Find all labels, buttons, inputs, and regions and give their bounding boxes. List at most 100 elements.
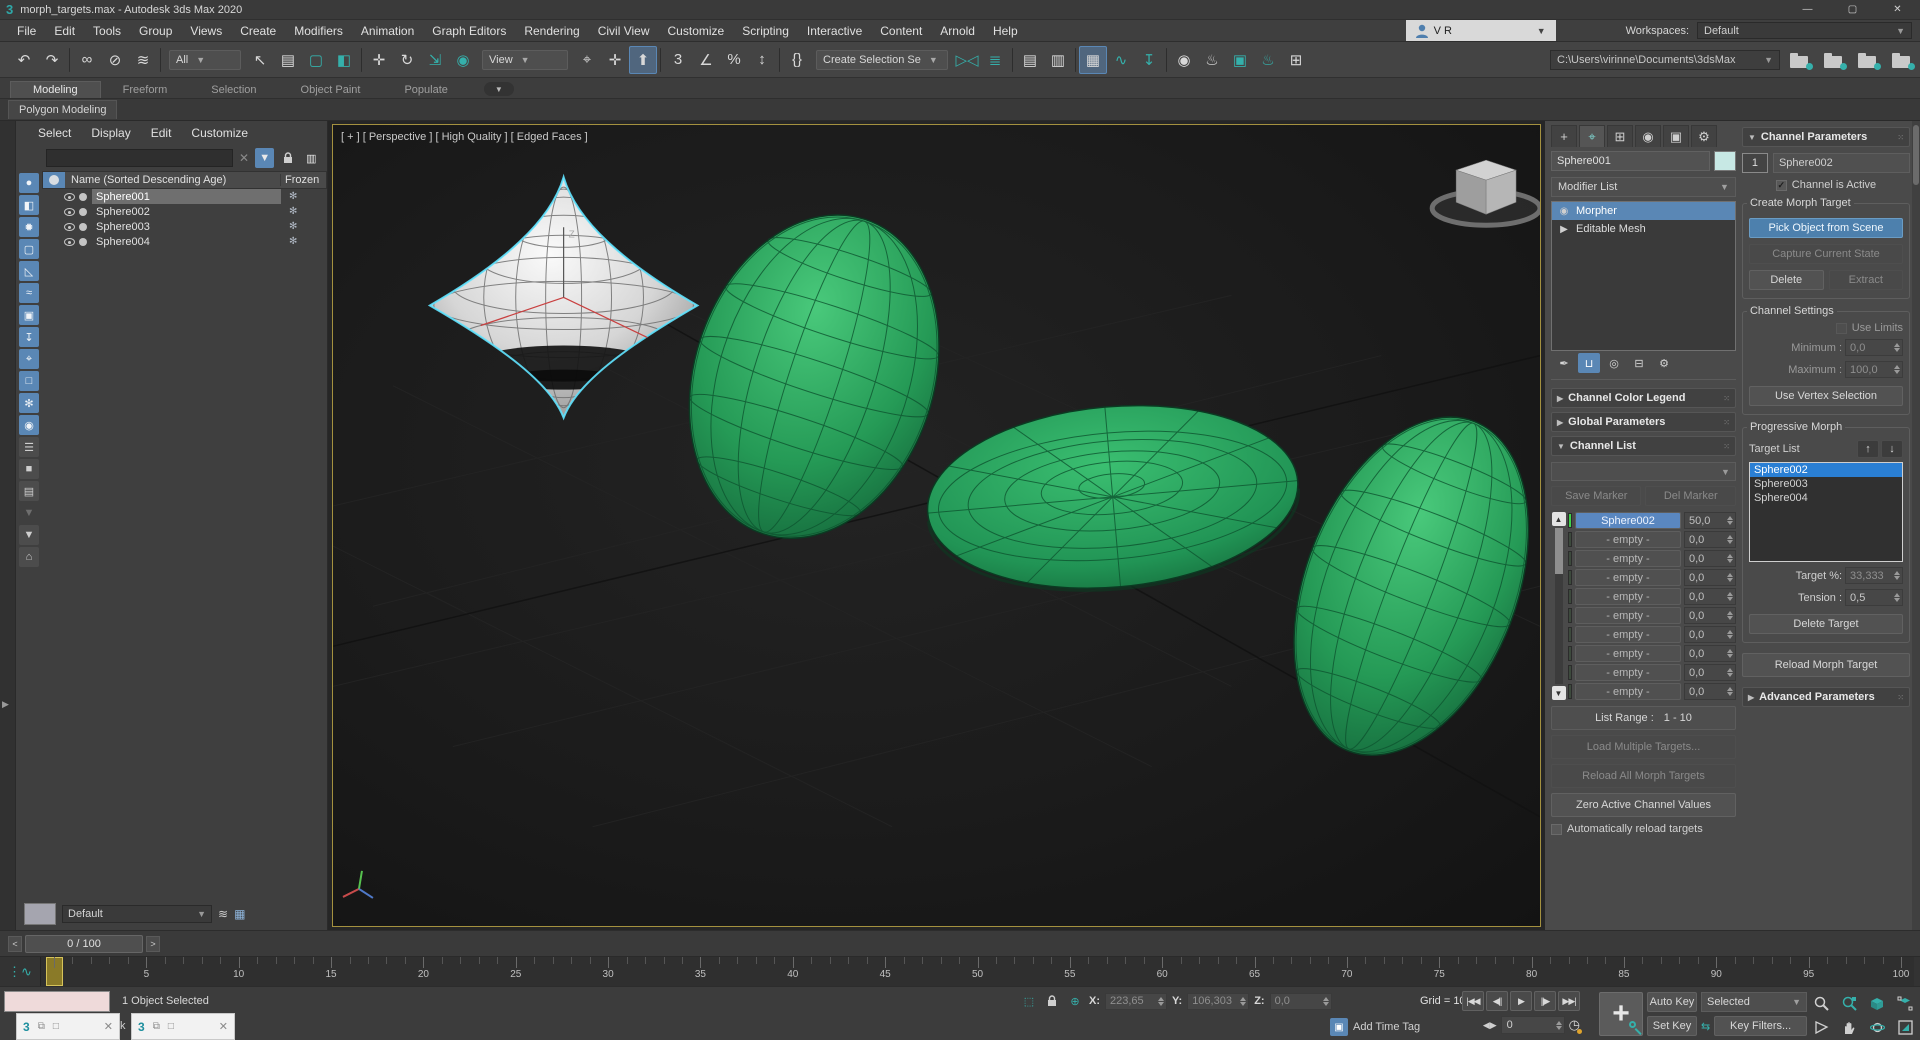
- name-column-header[interactable]: Name (Sorted Descending Age): [65, 174, 280, 186]
- visibility-eye-icon[interactable]: [64, 208, 75, 216]
- rollout-global-parameters[interactable]: ▶Global Parameters⁙: [1551, 412, 1736, 432]
- absolute-mode-icon[interactable]: ⊕: [1066, 992, 1084, 1010]
- channel-value-spinner[interactable]: 0,0: [1684, 664, 1736, 681]
- object-name[interactable]: Sphere001: [92, 189, 281, 204]
- create-tab[interactable]: +: [1551, 125, 1577, 147]
- frozen-toggle-icon[interactable]: ✻: [281, 191, 327, 202]
- menu-item[interactable]: Content: [871, 20, 931, 41]
- polygon-modeling-panel[interactable]: Polygon Modeling: [8, 100, 117, 119]
- select-by-name-button[interactable]: ▤: [274, 46, 302, 74]
- zoom-all-icon[interactable]: [1836, 992, 1862, 1014]
- object-color-swatch[interactable]: [1714, 151, 1736, 171]
- restore-icon[interactable]: ⧉: [153, 1021, 160, 1032]
- select-and-move-button[interactable]: ✛: [365, 46, 393, 74]
- align-button[interactable]: ≣: [981, 46, 1009, 74]
- add-time-tag[interactable]: ▣ Add Time Tag: [1330, 1018, 1420, 1036]
- maximize-viewport-toggle-icon[interactable]: [1892, 1016, 1918, 1038]
- table-row[interactable]: Sphere003 ✻: [42, 219, 327, 234]
- snaps-toggle-button[interactable]: 3: [664, 46, 692, 74]
- filter-geometry-icon[interactable]: ◧: [19, 195, 39, 215]
- channel-name-button[interactable]: - empty -: [1575, 626, 1681, 643]
- sphere004-object[interactable]: [1249, 383, 1540, 789]
- motion-tab[interactable]: ◉: [1635, 125, 1661, 147]
- ribbon-tab[interactable]: Populate: [382, 82, 469, 98]
- toggle-scene-explorer-button[interactable]: ▤: [1016, 46, 1044, 74]
- explorer-menu-item[interactable]: Display: [91, 126, 130, 140]
- table-row[interactable]: Sphere002 ✻: [42, 204, 327, 219]
- ribbon-tab[interactable]: Freeform: [101, 82, 190, 98]
- orbit-icon[interactable]: [1864, 1016, 1890, 1038]
- menu-item[interactable]: Modifiers: [285, 20, 352, 41]
- filter-funnel-icon[interactable]: ▼: [19, 525, 39, 545]
- configure-modifier-sets-button[interactable]: ⚙: [1653, 353, 1675, 373]
- close-button[interactable]: ✕: [1875, 0, 1920, 19]
- modify-tab[interactable]: ⌖: [1579, 125, 1605, 147]
- target-percent-spinner[interactable]: 33,333: [1845, 567, 1903, 584]
- target-list-item[interactable]: Sphere002: [1750, 463, 1902, 477]
- del-marker-button[interactable]: Del Marker: [1645, 486, 1735, 506]
- render-production-button[interactable]: ♨: [1254, 46, 1282, 74]
- channel-name-button[interactable]: Sphere002: [1575, 512, 1681, 529]
- object-name-field[interactable]: Sphere001: [1551, 151, 1710, 171]
- mirror-button[interactable]: ▷◁: [953, 46, 981, 74]
- view-list-icon[interactable]: ☰: [19, 437, 39, 457]
- toggle-ribbon-button[interactable]: ▦: [1079, 46, 1107, 74]
- frozen-column-header[interactable]: Frozen: [280, 174, 326, 186]
- channel-list-scrollbar[interactable]: ▲ ▼: [1551, 512, 1566, 700]
- maximum-spinner[interactable]: 100,0: [1845, 361, 1903, 378]
- scroll-down-icon[interactable]: ▼: [1552, 686, 1566, 700]
- target-list-item[interactable]: Sphere003: [1750, 477, 1902, 491]
- next-frame-button[interactable]: >: [146, 936, 160, 952]
- next-key-button[interactable]: ||▶: [1534, 991, 1556, 1011]
- workspace-dropdown[interactable]: Default▼: [1697, 22, 1912, 39]
- ribbon-config-dropdown[interactable]: ▼: [484, 82, 514, 96]
- menu-item[interactable]: Civil View: [589, 20, 659, 41]
- channel-value-spinner[interactable]: 0,0: [1684, 683, 1736, 700]
- selection-region-icon[interactable]: ⬚: [1020, 992, 1038, 1010]
- auto-reload-checkbox[interactable]: [1551, 824, 1562, 835]
- lock-explorer-icon[interactable]: [278, 148, 297, 168]
- channel-name-button[interactable]: - empty -: [1575, 569, 1681, 586]
- ribbon-tab[interactable]: Object Paint: [279, 82, 383, 98]
- explorer-search-input[interactable]: [46, 149, 233, 167]
- window-crossing-button[interactable]: ◧: [330, 46, 358, 74]
- frozen-toggle-icon[interactable]: ✻: [281, 206, 327, 217]
- frozen-toggle-icon[interactable]: ✻: [281, 221, 327, 232]
- use-limits-checkbox[interactable]: [1836, 323, 1847, 334]
- schematic-view-button[interactable]: ↧: [1135, 46, 1163, 74]
- auto-key-button[interactable]: Auto Key: [1647, 992, 1697, 1012]
- channel-value-spinner[interactable]: 0,0: [1684, 607, 1736, 624]
- floating-window-1[interactable]: 3 ⧉ □ ✕: [16, 1013, 120, 1040]
- save-marker-button[interactable]: Save Marker: [1551, 486, 1641, 506]
- explorer-menu-item[interactable]: Edit: [151, 126, 172, 140]
- channel-value-spinner[interactable]: 0,0: [1684, 550, 1736, 567]
- close-icon[interactable]: ✕: [104, 1020, 113, 1033]
- channel-name-button[interactable]: - empty -: [1575, 531, 1681, 548]
- maximize-button[interactable]: ▢: [1830, 0, 1875, 19]
- select-and-place-button[interactable]: ◉: [449, 46, 477, 74]
- reload-morph-target-button[interactable]: Reload Morph Target: [1742, 653, 1910, 677]
- filter-groups-icon[interactable]: ▣: [19, 305, 39, 325]
- folder-options-button-2[interactable]: [1822, 49, 1848, 71]
- maximize-icon[interactable]: □: [168, 1021, 174, 1032]
- mini-curve-editor-icon[interactable]: ⋮∿: [0, 957, 40, 986]
- y-coordinate-field[interactable]: 106,303: [1187, 993, 1249, 1010]
- frame-indicator[interactable]: 0 / 100: [25, 935, 143, 953]
- menu-item[interactable]: Tools: [84, 20, 130, 41]
- zoom-extents-icon[interactable]: [1864, 992, 1890, 1014]
- make-unique-button[interactable]: ◎: [1603, 353, 1625, 373]
- utilities-tab[interactable]: ⚙: [1691, 125, 1717, 147]
- channel-name-button[interactable]: - empty -: [1575, 588, 1681, 605]
- viewport-label[interactable]: [ + ] [ Perspective ] [ High Quality ] […: [341, 131, 588, 143]
- current-frame-field[interactable]: 0: [1501, 1016, 1565, 1034]
- key-filters-button[interactable]: Key Filters...: [1714, 1016, 1807, 1036]
- hierarchy-tab[interactable]: ⊞: [1607, 125, 1633, 147]
- type-column-header[interactable]: [43, 172, 65, 188]
- user-account-dropdown[interactable]: V R ▼: [1406, 20, 1556, 41]
- curve-editor-button[interactable]: ∿: [1107, 46, 1135, 74]
- filter-hidden-icon[interactable]: ◉: [19, 415, 39, 435]
- viewport-canvas[interactable]: Z: [333, 125, 1540, 926]
- filter-spacewarps-icon[interactable]: ≈: [19, 283, 39, 303]
- channel-active-checkbox[interactable]: [1776, 180, 1787, 191]
- floating-window-2[interactable]: 3 ⧉ □ ✕: [131, 1013, 235, 1040]
